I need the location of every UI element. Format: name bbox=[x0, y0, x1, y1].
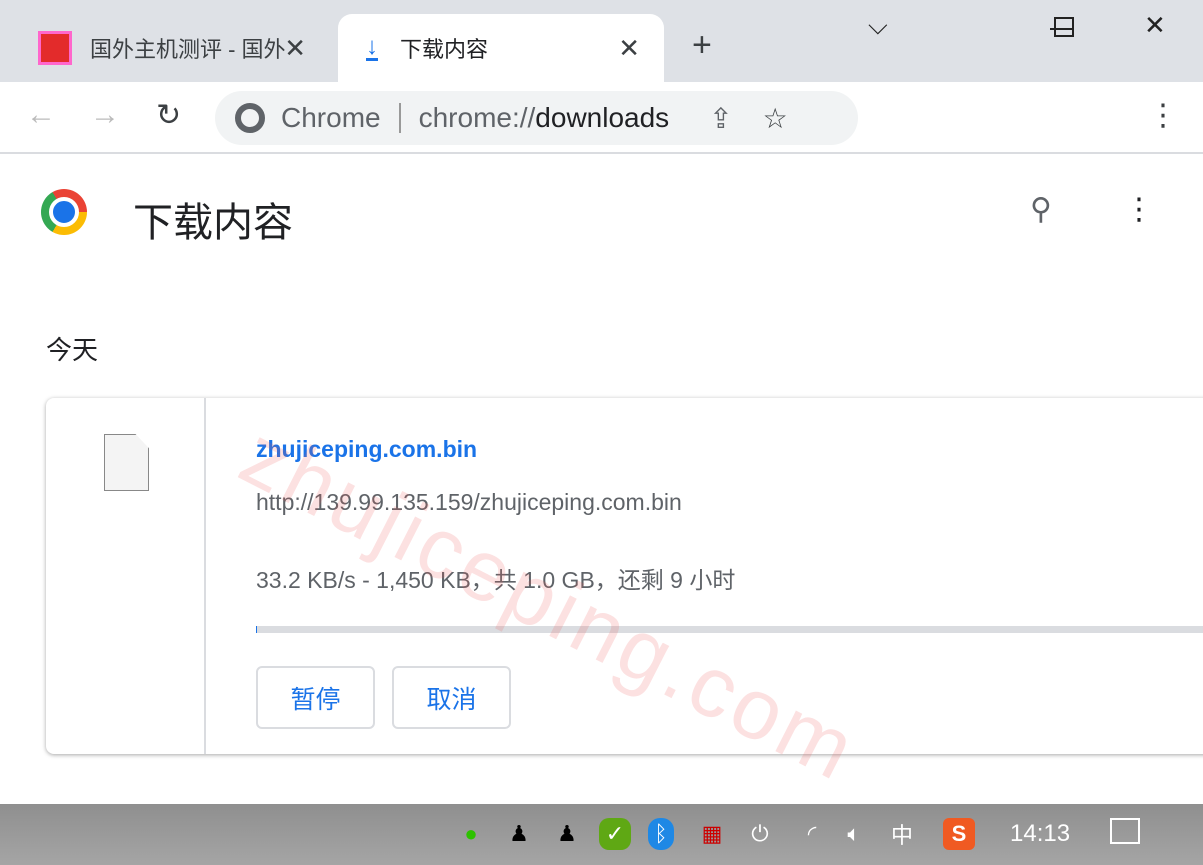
omnibox[interactable]: Chrome chrome:// downloads ⇪ ☆ bbox=[215, 91, 858, 145]
file-icon-column bbox=[46, 398, 206, 754]
taskbar: ● ♟ ♟ ✓ ᛒ ▦ ⏻ ◜ 🔈︎ 中 S 14:13 bbox=[0, 804, 1203, 865]
tab-title: 下载内容 bbox=[400, 37, 489, 62]
url-prefix: chrome:// bbox=[418, 102, 536, 133]
site-favicon bbox=[38, 31, 72, 65]
pause-button[interactable]: 暂停 bbox=[256, 666, 375, 729]
ime-icon[interactable]: 中 bbox=[886, 818, 918, 850]
date-heading: 今天 bbox=[46, 335, 99, 365]
reload-button[interactable]: ↻ bbox=[156, 98, 181, 133]
toolbar: ← → ↻ Chrome chrome:// downloads ⇪ ☆ ⋮ bbox=[0, 82, 1203, 154]
chrome-icon bbox=[235, 103, 265, 133]
app-icon[interactable]: ▦ bbox=[696, 818, 728, 850]
new-tab-button[interactable]: + bbox=[692, 26, 712, 65]
progress-fill bbox=[256, 626, 258, 633]
url-path: downloads bbox=[535, 102, 670, 133]
divider bbox=[398, 103, 401, 133]
progress-bar bbox=[256, 626, 1203, 633]
source-url[interactable]: http://139.99.135.159/zhujiceping.com.bi… bbox=[256, 489, 682, 516]
sogou-icon[interactable]: S bbox=[943, 818, 975, 850]
forward-button[interactable]: → bbox=[90, 98, 120, 132]
security-icon[interactable]: ✓ bbox=[599, 818, 631, 850]
qq-icon[interactable]: ♟ bbox=[551, 818, 583, 850]
notification-icon[interactable] bbox=[1110, 818, 1140, 844]
close-tab-icon[interactable]: ✕ bbox=[618, 33, 640, 64]
tab-strip: 国外主机测评 - 国外 ✕ ↓ 下载内容 ✕ + ⌵ ✕ bbox=[0, 0, 1203, 82]
tab-title: 国外主机测评 - 国外 bbox=[90, 37, 286, 62]
back-button[interactable]: ← bbox=[26, 98, 56, 132]
download-item: zhujiceping.com.bin http://139.99.135.15… bbox=[46, 398, 1203, 754]
file-name-link[interactable]: zhujiceping.com.bin bbox=[256, 436, 477, 463]
bluetooth-icon[interactable]: ᛒ bbox=[648, 818, 674, 850]
downloads-page: 下载内容 ⚲ ⋮ 今天 zhujiceping.com.bin http://1… bbox=[0, 156, 1203, 804]
volume-icon[interactable]: 🔈︎ bbox=[838, 818, 870, 850]
wechat-icon[interactable]: ● bbox=[455, 818, 487, 850]
download-status: 33.2 KB/s - 1,450 KB，共 1.0 GB，还剩 9 小时 bbox=[256, 567, 736, 593]
maximize-button[interactable] bbox=[1054, 17, 1074, 37]
omnibox-chip: Chrome bbox=[281, 102, 381, 133]
tab-zhujiceping[interactable]: 国外主机测评 - 国外 ✕ bbox=[20, 14, 330, 82]
page-title: 下载内容 bbox=[133, 201, 293, 245]
search-icon[interactable]: ⚲ bbox=[1030, 192, 1052, 227]
tab-search-icon[interactable]: ⌵ bbox=[868, 10, 888, 42]
file-icon bbox=[104, 434, 149, 491]
share-icon[interactable]: ⇪ bbox=[709, 102, 732, 135]
clock[interactable]: 14:13 bbox=[1010, 820, 1070, 848]
qq-icon[interactable]: ♟ bbox=[503, 818, 535, 850]
power-icon[interactable]: ⏻ bbox=[744, 818, 776, 850]
star-icon[interactable]: ☆ bbox=[763, 102, 788, 135]
download-icon: ↓ bbox=[366, 32, 378, 61]
chrome-logo bbox=[41, 189, 87, 235]
close-window-button[interactable]: ✕ bbox=[1144, 10, 1166, 41]
tab-downloads[interactable]: ↓ 下载内容 ✕ bbox=[338, 14, 664, 82]
menu-icon[interactable]: ⋮ bbox=[1148, 98, 1178, 133]
more-icon[interactable]: ⋮ bbox=[1124, 192, 1154, 227]
close-tab-icon[interactable]: ✕ bbox=[284, 33, 306, 64]
wifi-icon[interactable]: ◜ bbox=[796, 818, 828, 850]
cancel-button[interactable]: 取消 bbox=[392, 666, 511, 729]
